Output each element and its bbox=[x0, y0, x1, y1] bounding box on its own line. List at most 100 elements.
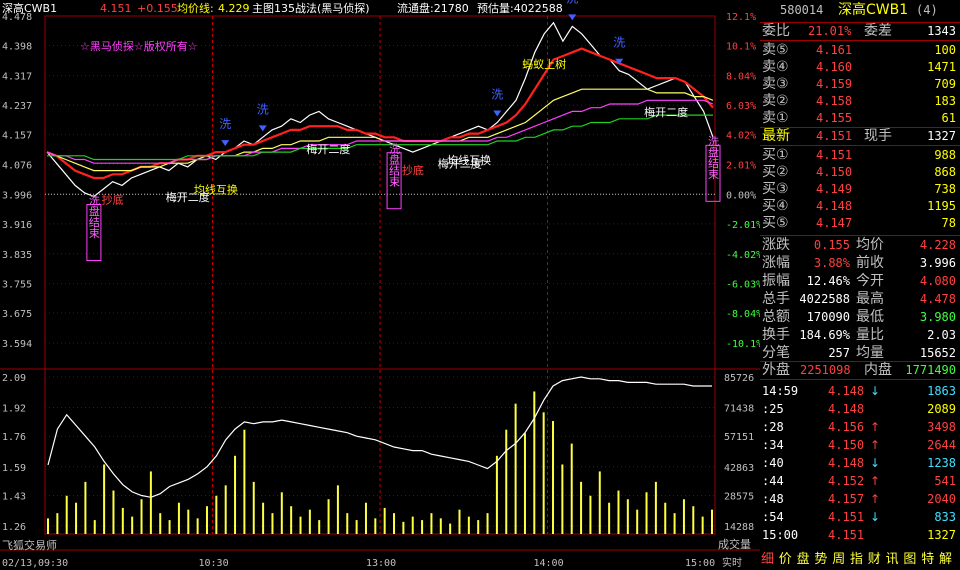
inner-label: 内盘 bbox=[864, 362, 892, 378]
volume-bar bbox=[75, 502, 78, 534]
volume-right-tick: 57151 bbox=[724, 432, 754, 443]
volume-bar bbox=[608, 502, 611, 534]
tick-row: :54 4.151 ↓ 833 bbox=[760, 508, 960, 526]
bid-row: 买① 4.151 988 bbox=[760, 146, 960, 164]
volume-bar bbox=[636, 509, 639, 534]
now-label: 现手 bbox=[864, 128, 892, 144]
tab-1[interactable]: 价 bbox=[779, 550, 792, 570]
volume-bar bbox=[140, 499, 143, 534]
chart-header: 深高CWB1 4.151 +0.155 均价线: 4.229 主图135战法(黑… bbox=[2, 1, 563, 552]
header-name: 深高CWB1 bbox=[2, 1, 57, 15]
volume-bar bbox=[187, 509, 190, 534]
stat-label: 换手 bbox=[762, 327, 790, 343]
annotation-label: 均线互换 bbox=[447, 153, 491, 167]
tab-6[interactable]: 财 bbox=[868, 550, 881, 570]
time-tick-label: 13:00 bbox=[366, 558, 396, 569]
volume-tick-label: 2.09 bbox=[2, 373, 26, 384]
tab-4[interactable]: 周 bbox=[832, 550, 845, 570]
divider bbox=[760, 379, 960, 380]
bid-price: 4.148 bbox=[816, 199, 853, 213]
volume-right-tick: 42863 bbox=[724, 463, 754, 474]
volume-bar bbox=[308, 509, 311, 534]
volume-bar bbox=[56, 513, 59, 534]
ask-volume: 709 bbox=[934, 77, 956, 91]
wash-marker: 洗 bbox=[257, 102, 269, 116]
stat-label: 总手 bbox=[762, 291, 790, 307]
bid-row: 买② 4.150 868 bbox=[760, 163, 960, 181]
weibi-value: 21.01% bbox=[808, 24, 852, 38]
volume-right-tick: 14288 bbox=[724, 522, 754, 533]
wash-marker: 洗 bbox=[566, 0, 578, 5]
header-price: 4.151 bbox=[100, 2, 132, 15]
stat-value: 15652 bbox=[919, 346, 956, 360]
down-arrow-icon: ↓ bbox=[870, 384, 881, 398]
tab-bar: 细价盘势周指财讯图特解 bbox=[760, 550, 960, 570]
volume-right-tick: 28575 bbox=[724, 491, 754, 502]
stat-label: 均价 bbox=[856, 237, 884, 253]
volume-bar bbox=[449, 523, 452, 534]
bid-volume: 1195 bbox=[927, 199, 956, 213]
volume-bar bbox=[552, 421, 555, 534]
header-float: 流通盘:21780 bbox=[397, 1, 469, 15]
volume-bar bbox=[467, 516, 470, 534]
annotation-label: 梅开二度 bbox=[306, 142, 350, 156]
stat-value: 2.03 bbox=[927, 328, 956, 342]
volume-bar bbox=[205, 506, 208, 534]
volume-bar bbox=[580, 481, 583, 534]
ask-level-label: 卖① bbox=[762, 110, 789, 126]
annotation-label: 梅开二度 bbox=[644, 105, 688, 119]
tab-9[interactable]: 特 bbox=[921, 550, 934, 570]
down-arrow-icon: ↓ bbox=[870, 456, 881, 470]
tab-2[interactable]: 盘 bbox=[797, 550, 810, 570]
ask-level-label: 卖② bbox=[762, 93, 789, 109]
tab-5[interactable]: 指 bbox=[850, 550, 863, 570]
inner-value: 1771490 bbox=[905, 363, 956, 377]
pct-tick-label: 6.03% bbox=[726, 101, 756, 112]
date-label: 02/13, bbox=[2, 558, 38, 569]
volume-bar bbox=[47, 518, 49, 534]
volume-bar bbox=[121, 507, 124, 534]
volume-bar bbox=[243, 429, 246, 534]
bid-price: 4.147 bbox=[816, 216, 853, 230]
time-tick-label: 15:00 bbox=[685, 558, 715, 569]
header-change: +0.155 bbox=[137, 2, 178, 15]
pct-tick-label: -8.04% bbox=[726, 309, 760, 320]
bid-volume: 868 bbox=[934, 165, 956, 179]
tab-10[interactable]: 解 bbox=[939, 550, 952, 570]
tick-volume: 833 bbox=[934, 510, 956, 524]
tick-price: 4.148 bbox=[828, 384, 865, 398]
volume-bar bbox=[290, 506, 293, 534]
tab-7[interactable]: 讯 bbox=[886, 550, 899, 570]
tick-time: :40 bbox=[762, 456, 784, 470]
volume-tick-label: 1.43 bbox=[2, 491, 26, 502]
ask-row: 卖③ 4.159 709 bbox=[760, 75, 960, 93]
volume-bar bbox=[383, 507, 386, 534]
ask-volume: 61 bbox=[941, 111, 956, 125]
pct-tick-label: 10.1% bbox=[726, 42, 756, 53]
volume-bar bbox=[93, 520, 96, 534]
source-label: 飞狐交易师 bbox=[2, 538, 57, 552]
tab-8[interactable]: 图 bbox=[903, 550, 916, 570]
tab-3[interactable]: 势 bbox=[814, 550, 827, 570]
price-tick-label: 3.675 bbox=[2, 309, 32, 320]
volume-bar bbox=[262, 502, 265, 534]
annotation-label: 抄底 bbox=[102, 193, 124, 207]
header-avg-value: 4.229 bbox=[218, 2, 250, 15]
volume-bar bbox=[318, 520, 321, 534]
intraday-chart[interactable]: 4.4784.3984.3174.2374.1574.0763.9963.916… bbox=[0, 0, 760, 570]
volume-bar bbox=[495, 455, 498, 534]
volume-right-tick: 71438 bbox=[724, 404, 754, 415]
bid-level-label: 买③ bbox=[762, 181, 789, 197]
ask-price: 4.159 bbox=[816, 77, 853, 91]
tab-0[interactable]: 细 bbox=[761, 550, 774, 570]
up-arrow-icon: ↑ bbox=[870, 492, 881, 506]
volume-tick-label: 1.59 bbox=[2, 463, 26, 474]
stat-label: 涨跌 bbox=[762, 237, 790, 253]
pct-tick-label: 8.04% bbox=[726, 72, 756, 83]
volume-bar bbox=[355, 520, 358, 534]
pct-tick-label: 12.1% bbox=[726, 12, 756, 23]
bid-price: 4.149 bbox=[816, 182, 853, 196]
stat-label: 最高 bbox=[856, 291, 884, 307]
volume-bar bbox=[280, 492, 283, 534]
latest-label: 最新 bbox=[762, 128, 790, 144]
